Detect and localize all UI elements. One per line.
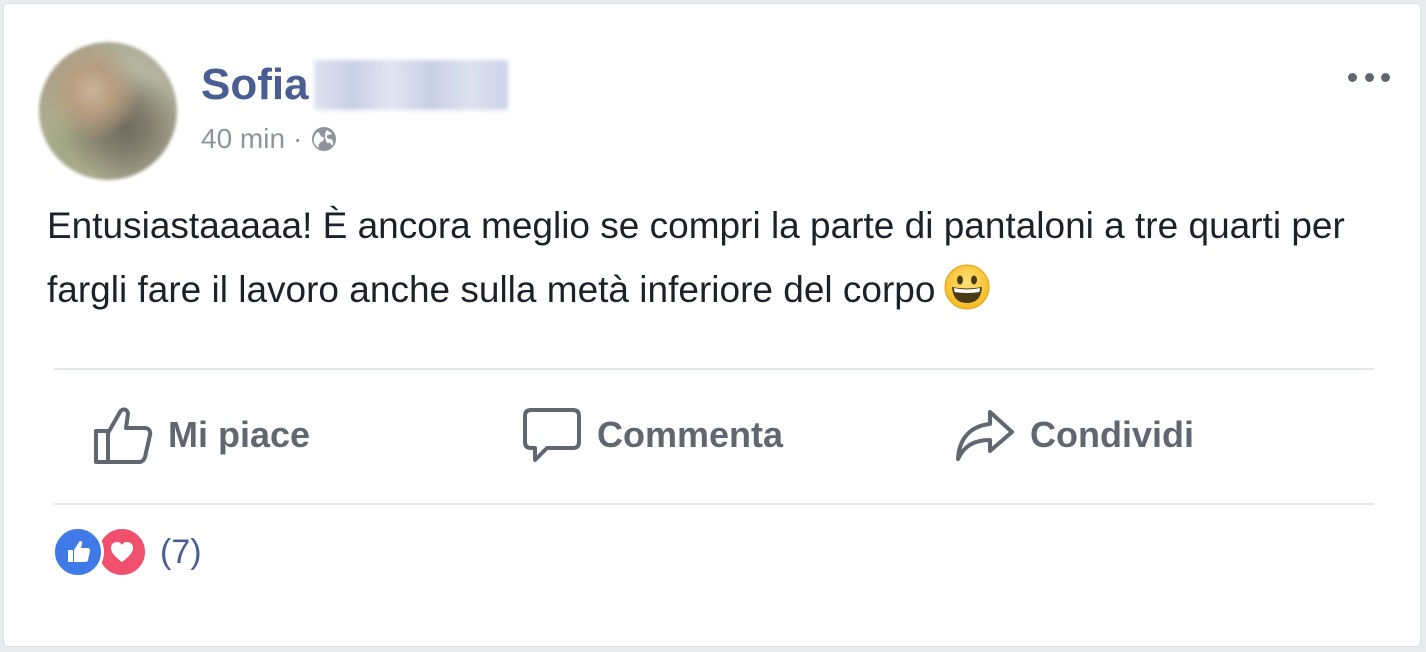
like-label: Mi piace [168,414,311,455]
comment-button[interactable]: Commenta [521,400,783,470]
like-button[interactable]: Mi piace [92,400,310,470]
reactions-summary[interactable]: (7) [52,524,202,580]
comment-label: Commenta [597,414,784,455]
post-text: Entusiastaaaaa! È ancora meglio se compr… [47,205,1345,310]
share-button[interactable]: Condividi [954,400,1194,470]
post-timestamp[interactable]: 40 min [201,123,285,155]
more-options-button[interactable] [1348,66,1390,88]
grinning-face-emoji-icon [943,263,991,311]
reaction-count: (7) [160,532,202,571]
post-meta: 40 min · [201,122,338,156]
like-reaction-icon [52,526,104,578]
author-name[interactable]: Sofia [201,63,309,107]
more-dot-icon [1348,72,1357,82]
divider [54,503,1374,505]
more-dot-icon [1364,72,1374,82]
share-arrow-icon [954,404,1016,466]
comment-bubble-icon [521,404,583,466]
author-avatar[interactable] [39,42,177,180]
share-label: Condividi [1030,414,1194,455]
post-actions-bar: Mi piace Commenta Condividi [4,370,1422,503]
meta-separator: · [293,123,303,154]
post-card: Sofia 40 min · Entusiastaaaaa! È ancora … [3,3,1421,647]
more-dot-icon [1381,72,1390,82]
blurred-surname [313,60,508,110]
author-header: Sofia [201,58,508,112]
globe-icon[interactable] [310,125,338,153]
thumbs-up-icon [92,404,154,466]
post-body: Entusiastaaaaa! È ancora meglio se compr… [47,194,1397,322]
